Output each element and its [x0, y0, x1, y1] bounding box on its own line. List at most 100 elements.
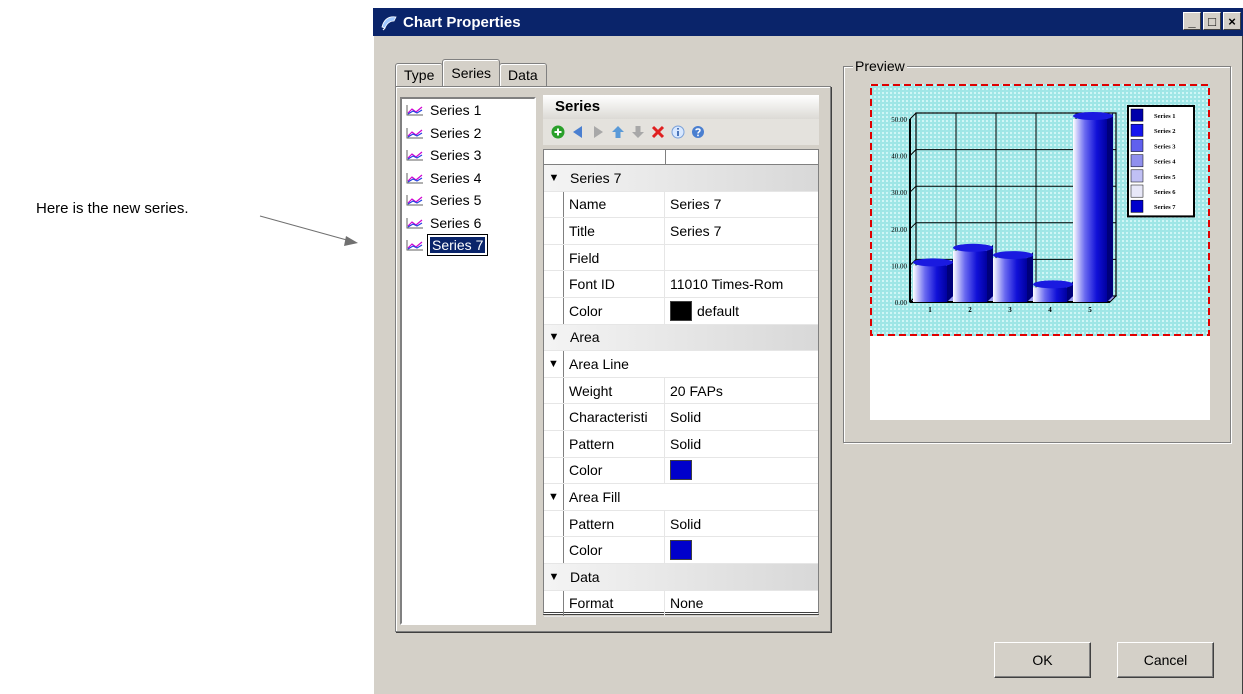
delete-icon[interactable] — [651, 125, 665, 139]
property-group[interactable]: ▼ Area — [544, 324, 818, 352]
y-tick-label: 10.00 — [891, 262, 907, 270]
property-subgroup[interactable]: ▼ Area Line — [544, 351, 818, 378]
property-row[interactable]: Font ID 11010 Times-Rom — [544, 271, 818, 298]
property-row[interactable]: Color — [544, 457, 818, 485]
property-subgroup[interactable]: ▼ Area Fill — [544, 484, 818, 511]
close-button[interactable]: × — [1223, 12, 1241, 30]
legend-swatch — [1130, 108, 1144, 122]
legend-label: Series 5 — [1154, 174, 1176, 181]
bar-top — [1033, 280, 1073, 289]
preview-chart: 0.00 10.00 20.00 30.00 40.00 50.00 1 2 3 4 5 Series… — [870, 84, 1210, 336]
info-icon[interactable] — [671, 125, 685, 139]
color-swatch[interactable] — [670, 540, 692, 561]
row-gutter — [544, 590, 564, 617]
line-series-icon — [406, 172, 423, 184]
bar-top — [1073, 112, 1113, 120]
minimize-icon: _ — [1188, 13, 1196, 29]
property-value-cell[interactable] — [665, 460, 818, 481]
bar-side — [1027, 252, 1033, 302]
series-list-item[interactable]: Series 3 — [402, 144, 534, 167]
window-title: Chart Properties — [403, 13, 521, 31]
property-row[interactable]: Title Series 7 — [544, 218, 818, 245]
legend-swatch — [1130, 154, 1144, 168]
property-value-cell[interactable]: 11010 Times-Rom — [665, 276, 818, 292]
maximize-button[interactable]: □ — [1203, 12, 1221, 30]
property-row[interactable]: Characteristi Solid — [544, 404, 818, 431]
property-toolbar — [543, 119, 819, 145]
series-label: Series 5 — [430, 192, 482, 209]
property-value-cell[interactable]: 20 FAPs — [665, 383, 818, 399]
cancel-button[interactable]: Cancel — [1117, 642, 1214, 678]
preview-group: 0.00 10.00 20.00 30.00 40.00 50.00 1 2 3 4 5 Series… — [843, 66, 1231, 443]
property-header: Series — [543, 95, 819, 119]
property-value: None — [670, 595, 704, 612]
property-name: Color — [564, 537, 665, 563]
x-tick-label: 3 — [1008, 306, 1012, 314]
property-value: 11010 Times-Rom — [670, 276, 784, 293]
property-row[interactable]: Pattern Solid — [544, 510, 818, 538]
help-icon[interactable] — [691, 125, 705, 139]
series-label: Series 6 — [430, 214, 482, 231]
y-tick-label: 30.00 — [891, 189, 907, 197]
move-up-icon[interactable] — [611, 125, 625, 139]
ok-button[interactable]: OK — [994, 642, 1091, 678]
bar-side — [987, 244, 993, 302]
bar-top — [993, 251, 1033, 260]
property-value-cell[interactable]: default — [665, 300, 818, 321]
preview-label: Preview — [853, 58, 907, 74]
property-value-cell[interactable]: Solid — [665, 516, 818, 532]
property-grid: ▼ Series 7 Name Series 7 Title Series 7 Field F… — [543, 149, 819, 618]
series-list[interactable]: Series 1 Series 2 Series 3 Series 4 Series 5… — [400, 97, 536, 625]
property-value-cell[interactable]: Series 7 — [665, 196, 818, 212]
bar-side — [947, 259, 953, 302]
color-swatch[interactable] — [670, 300, 692, 321]
property-row[interactable]: Weight 20 FAPs — [544, 377, 818, 405]
legend-label: Series 7 — [1154, 204, 1176, 211]
x-tick-label: 1 — [928, 306, 932, 314]
move-down-icon[interactable] — [631, 125, 645, 139]
row-gutter — [544, 271, 564, 297]
property-row[interactable]: Color default — [544, 297, 818, 325]
move-right-icon[interactable] — [591, 125, 605, 139]
tab-data[interactable]: Data — [499, 63, 547, 86]
minimize-button[interactable]: _ — [1183, 12, 1201, 30]
series-list-item[interactable]: Series 4 — [402, 167, 534, 190]
property-row[interactable]: Pattern Solid — [544, 430, 818, 458]
series-list-item[interactable]: Series 2 — [402, 122, 534, 145]
add-icon[interactable] — [551, 125, 565, 139]
tab-series[interactable]: Series — [442, 59, 501, 86]
property-value-cell[interactable]: None — [665, 595, 818, 611]
property-row[interactable]: Color — [544, 537, 818, 564]
property-group[interactable]: ▼ Series 7 — [544, 165, 818, 192]
property-name: Characteristi — [564, 404, 665, 430]
series-list-item[interactable]: Series 1 — [402, 99, 534, 122]
y-tick-label: 20.00 — [891, 226, 907, 234]
property-value-cell[interactable]: Series 7 — [665, 223, 818, 239]
collapse-icon[interactable]: ▼ — [544, 172, 564, 184]
series-list-item[interactable]: Series 7 — [402, 234, 534, 257]
property-value-cell[interactable] — [665, 540, 818, 561]
color-swatch[interactable] — [670, 460, 692, 481]
property-value-cell[interactable]: Solid — [665, 436, 818, 452]
property-name: Color — [564, 457, 665, 484]
collapse-icon[interactable]: ▼ — [544, 351, 564, 377]
property-value: Series 7 — [670, 196, 722, 213]
collapse-icon[interactable]: ▼ — [544, 331, 564, 343]
collapse-icon[interactable]: ▼ — [544, 484, 564, 510]
property-row[interactable]: Format None — [544, 590, 818, 618]
legend-label: Series 3 — [1154, 143, 1176, 150]
line-series-icon — [406, 105, 423, 116]
collapse-icon[interactable]: ▼ — [544, 571, 564, 583]
series-list-item[interactable]: Series 6 — [402, 212, 534, 235]
property-row[interactable]: Name Series 7 — [544, 191, 818, 219]
property-value-cell[interactable]: Solid — [665, 409, 818, 425]
legend-label: Series 2 — [1154, 128, 1175, 135]
move-left-icon[interactable] — [571, 125, 585, 139]
row-gutter — [544, 377, 564, 404]
property-row[interactable]: Field — [544, 244, 818, 272]
row-gutter — [544, 510, 564, 537]
tab-type[interactable]: Type — [395, 63, 444, 86]
property-group[interactable]: ▼ Data — [544, 563, 818, 591]
bar-side — [1107, 113, 1113, 302]
series-list-item[interactable]: Series 5 — [402, 189, 534, 212]
